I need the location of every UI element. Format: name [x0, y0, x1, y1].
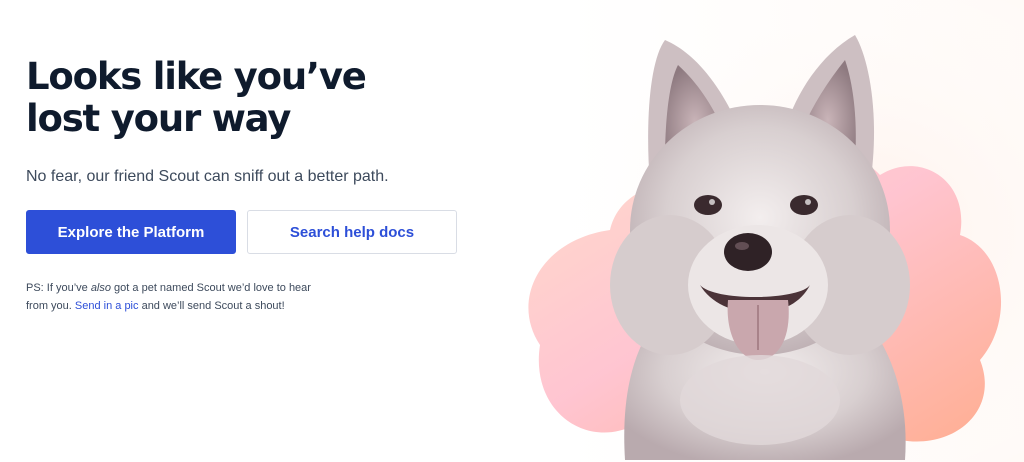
- explore-platform-button[interactable]: Explore the Platform: [26, 210, 236, 254]
- page-title-line-2: lost your way: [26, 97, 291, 140]
- not-found-page: Looks like you’ve lost your way No fear,…: [0, 0, 1024, 462]
- ps-emphasis: also: [90, 282, 111, 294]
- page-subtitle: No fear, our friend Scout can sniff out …: [26, 168, 389, 185]
- page-title: Looks like you’ve lost your way: [26, 56, 466, 140]
- search-help-docs-button[interactable]: Search help docs: [247, 210, 457, 254]
- ps-note: PS: If you’ve also got a pet named Scout…: [26, 279, 316, 315]
- ps-text-3: and we’ll send Scout a shout!: [138, 300, 285, 312]
- action-buttons: Explore the Platform Search help docs: [26, 210, 466, 254]
- page-title-line-1: Looks like you’ve: [26, 55, 367, 98]
- send-pic-link[interactable]: Send in a pic: [75, 300, 139, 312]
- scout-illustration: [500, 0, 1024, 462]
- hero-content: Looks like you’ve lost your way No fear,…: [26, 56, 466, 315]
- ps-text-1: PS: If you’ve: [26, 282, 91, 294]
